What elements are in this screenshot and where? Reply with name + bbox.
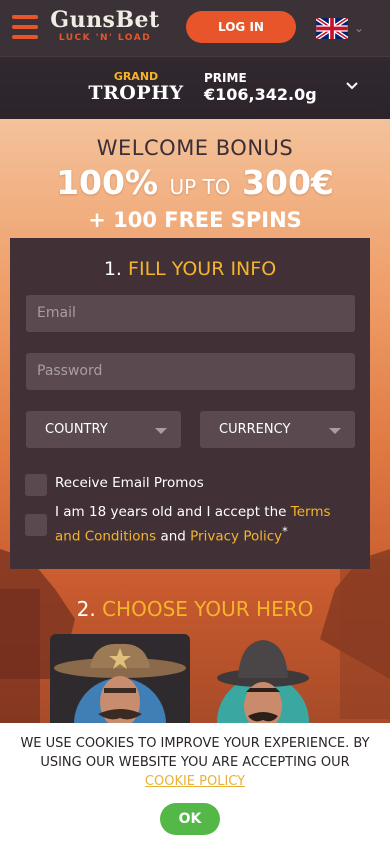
bonus-percent: 100% (56, 163, 159, 202)
top-header: GunsBet LUCK 'N' LOAD LOG IN ⌄ (0, 0, 390, 56)
terms-label: I am 18 years old and I accept the Terms… (55, 503, 355, 547)
currency-label: CURRENCY (219, 422, 291, 437)
trophy-label: TROPHY (88, 82, 184, 104)
cookie-message: WE USE COOKIES TO IMPROVE YOUR EXPERIENC… (20, 736, 370, 770)
signup-form: 1. FILL YOUR INFO Email Password COUNTRY… (10, 238, 370, 569)
ok-button[interactable]: OK (160, 803, 220, 835)
login-button[interactable]: LOG IN (186, 11, 296, 43)
bonus-amount: 300€ (242, 163, 334, 202)
welcome-title: WELCOME BONUS (96, 136, 294, 160)
uk-flag-icon (316, 18, 348, 39)
step-2-title: CHOOSE YOUR HERO (102, 597, 314, 621)
logo[interactable]: GunsBet LUCK 'N' LOAD (50, 8, 160, 43)
cookie-policy-link[interactable]: COOKIE POLICY (145, 774, 245, 789)
step-1-number: 1. (103, 258, 122, 280)
free-spins: + 100 FREE SPINS (88, 208, 302, 232)
grand-trophy-logo: GRAND TROPHY (88, 71, 184, 104)
chevron-down-icon[interactable] (345, 79, 359, 93)
country-label: COUNTRY (45, 422, 108, 437)
password-field[interactable]: Password (26, 353, 355, 390)
bonus-up-to: UP TO (169, 175, 231, 199)
prime-label: PRIME (204, 71, 247, 85)
menu-icon[interactable] (12, 15, 38, 39)
country-select[interactable]: COUNTRY (26, 411, 181, 448)
email-field[interactable]: Email (26, 295, 355, 332)
terms-prefix: I am 18 years old and I accept the (55, 504, 287, 520)
chevron-down-icon: ⌄ (354, 21, 365, 35)
bonus-offer: 100% UP TO 300€ (0, 163, 390, 207)
terms-and: and (160, 528, 186, 545)
step-1-heading: 1. FILL YOUR INFO (10, 258, 370, 280)
logo-tagline: LUCK 'N' LOAD (58, 33, 152, 43)
step-2-heading: 2. CHOOSE YOUR HERO (0, 597, 390, 621)
privacy-link[interactable]: Privacy Policy (190, 529, 282, 545)
jackpot-bar[interactable]: GRAND TROPHY PRIME €106,342.0g (0, 56, 390, 119)
prime-value: €106,342.0g (204, 85, 317, 104)
cookie-text: WE USE COOKIES TO IMPROVE YOUR EXPERIENC… (0, 723, 390, 791)
promo-label: Receive Email Promos (55, 475, 204, 491)
terms-checkbox[interactable] (25, 514, 47, 536)
language-selector[interactable]: ⌄ (316, 18, 376, 40)
cookie-banner: WE USE COOKIES TO IMPROVE YOUR EXPERIENC… (0, 723, 390, 844)
dropdown-arrow-icon (329, 428, 341, 434)
promo-checkbox[interactable] (25, 474, 47, 496)
logo-title: GunsBet (50, 7, 160, 33)
step-2-number: 2. (76, 597, 96, 621)
dropdown-arrow-icon (155, 428, 167, 434)
welcome-bonus: WELCOME BONUS 100% UP TO 300€ + 100 FREE… (0, 135, 390, 233)
prime-jackpot: PRIME €106,342.0g (204, 71, 317, 105)
required-asterisk: * (282, 525, 288, 538)
currency-select[interactable]: CURRENCY (200, 411, 355, 448)
step-1-title: FILL YOUR INFO (128, 258, 277, 280)
